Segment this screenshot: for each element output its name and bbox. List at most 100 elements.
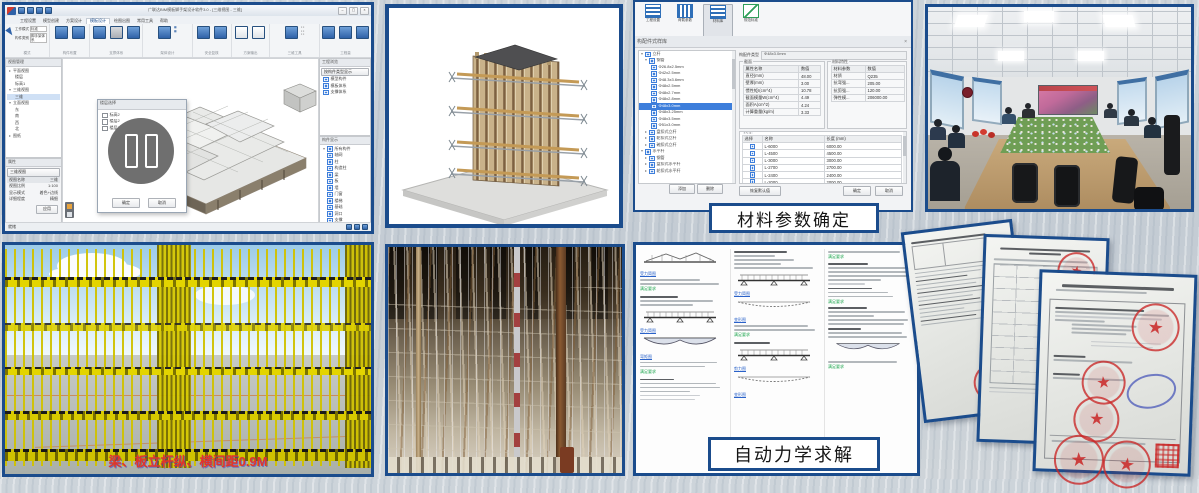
dim-row[interactable]: L-24002400.00	[743, 171, 902, 178]
ledger-band	[5, 323, 371, 331]
section-row[interactable]: 截面模量W(cm^4)4.49	[744, 94, 821, 101]
approval-doc-front: ★ ★ ★ ★ ★	[1033, 269, 1198, 476]
deflection-diagram	[734, 297, 814, 313]
beam-diagram	[640, 308, 720, 324]
mode-select[interactable]: 标准	[30, 26, 47, 32]
section-row[interactable]: 惯性矩I(cm^4)10.78	[744, 87, 821, 94]
material-library-icon	[710, 5, 726, 19]
project-browser-panel: 工程浏览 按构件类型显示 模型构件 模板体系 支撑体系	[319, 58, 371, 136]
tool-icon[interactable]	[235, 26, 248, 39]
toolbar-button-active[interactable]: 材料库	[703, 4, 733, 38]
category-label: 构件类别	[15, 36, 29, 40]
canvas-mini-toolbar[interactable]	[65, 202, 74, 218]
component-library-dialog: 构配件式样库 × 杆件 连接 其他 ▾立杆 ▾钢管 Φ26.8x2.5mm Φ4…	[635, 36, 911, 210]
section-row[interactable]: 面积A(cm^2)4.24	[744, 101, 821, 108]
ribbon-group-components: 构件布置	[50, 24, 90, 57]
chair	[1134, 187, 1164, 211]
model-canvas[interactable]: 楼层选择 标高2 楼层2 楼层1 确定 取消	[62, 58, 319, 223]
quick-access-toolbar[interactable]	[18, 7, 52, 14]
dialog-cancel-button[interactable]: 取消	[148, 198, 176, 208]
tool-icon[interactable]	[252, 26, 265, 39]
col-header: 长度 (mm)	[825, 136, 902, 143]
view-tree-item[interactable]: ▸图纸	[7, 133, 60, 140]
tool-icon[interactable]	[55, 26, 68, 39]
toolbar-button[interactable]: 规范标准	[737, 4, 765, 38]
view-manager-panel: 视图管理 ▸平面视图 楼层 标高1 ▾三维视图 三维 ▾立面视图 东 南 西 北…	[5, 58, 62, 158]
tool-icon[interactable]	[322, 26, 335, 39]
deflection-diagram	[734, 372, 814, 388]
ok-button[interactable]: 确定	[843, 186, 871, 196]
dim-row[interactable]: L-60006000.00	[743, 143, 902, 150]
select-arrow-icon[interactable]	[5, 27, 15, 37]
groupbox-title: 截面	[743, 60, 753, 65]
chair	[1164, 115, 1180, 175]
ceiling-light	[1024, 11, 1054, 22]
column-formwork-render	[385, 4, 623, 228]
diagram-caption[interactable]: 受力简图	[640, 272, 726, 277]
material-row[interactable]: 材质Q235	[832, 73, 905, 80]
section-row[interactable]: 壁厚(mm)3.00	[744, 80, 821, 87]
dim-scrollbar[interactable]	[903, 132, 906, 183]
tool-icon[interactable]	[93, 26, 106, 39]
apply-button[interactable]: 应用	[36, 205, 58, 214]
check-pass: 满足要求	[734, 333, 820, 338]
report-page-2: 受力简图 变形图 满足要求 剪力图 变形图	[734, 249, 825, 469]
person-foreground	[930, 147, 960, 203]
col-header: 数值	[866, 66, 905, 73]
status-icon[interactable]	[354, 224, 360, 230]
section-row[interactable]: 计算重量(kg/m)3.33	[744, 109, 821, 116]
browser-item[interactable]: 支撑体系	[321, 89, 369, 96]
dim-row[interactable]: L-30003000.00	[743, 157, 902, 164]
diagram-caption[interactable]: 变形图	[734, 393, 820, 398]
maximize-button[interactable]: ▢	[349, 7, 358, 15]
pause-cursor-overlay	[108, 118, 174, 184]
delete-button[interactable]: 删除	[697, 184, 723, 194]
tool-icon[interactable]	[72, 26, 85, 39]
tree-item[interactable]: ▸轮扣式水平杆	[639, 168, 735, 175]
ribbon-group-support: 支撑体系	[90, 24, 143, 57]
dialog-ok-button[interactable]: 确定	[112, 198, 140, 208]
ledger-band	[5, 411, 371, 420]
dim-row[interactable]: L-27002700.00	[743, 164, 902, 171]
ribbon-group-mode: 工作模式标准 构件类别脚手架体系 模式	[5, 24, 50, 57]
category-select[interactable]: 脚手架体系	[30, 33, 47, 43]
minimize-button[interactable]: –	[338, 7, 347, 15]
tool-icon[interactable]	[158, 26, 171, 39]
browse-mode-select[interactable]: 按构件类型显示	[321, 68, 369, 77]
restore-default-button[interactable]: 恢复默认值	[739, 186, 781, 196]
beam-diagram	[734, 346, 814, 362]
toolbar-button[interactable]: 工程设置	[639, 4, 667, 38]
material-row[interactable]: 抗剪强...120.00	[832, 87, 905, 94]
add-button[interactable]: 添加	[669, 184, 695, 194]
tree-scrollbar[interactable]	[732, 51, 735, 183]
cancel-button[interactable]: 取消	[875, 186, 903, 196]
tool-icon[interactable]	[110, 26, 123, 39]
status-icon[interactable]	[362, 224, 368, 230]
diagram-caption[interactable]: 弯矩图	[640, 355, 726, 360]
dialog-close-icon[interactable]: ×	[904, 39, 907, 45]
bim-software-window: 广联达BIM模板脚手架设计软件3.0 - [三维视图 - 三维] – ▢ × 工…	[2, 2, 374, 234]
tool-icon[interactable]	[339, 26, 352, 39]
material-row[interactable]: 弹性模...206000.00	[832, 94, 905, 101]
close-button[interactable]: ×	[360, 7, 369, 15]
type-label: 构配件类型	[739, 53, 759, 58]
tool-icon[interactable]	[197, 26, 210, 39]
annotation-text: 梁、板立杆纵、横间距0.9M	[5, 451, 371, 470]
dim-row[interactable]: L-20002000.00	[743, 179, 902, 184]
section-row[interactable]: 直径(mm)48.00	[744, 73, 821, 80]
tool-icon[interactable]	[214, 26, 227, 39]
ribbon-group-design: ▦▦ 架体设计	[143, 24, 193, 57]
status-icon[interactable]	[346, 224, 352, 230]
property-row[interactable]: 详细程度精细	[7, 196, 60, 203]
diagram-caption[interactable]: 变形图	[734, 318, 820, 323]
tool-icon[interactable]	[285, 26, 298, 39]
material-row[interactable]: 抗弯强...205.00	[832, 80, 905, 87]
toolbar-button[interactable]: 荷载参数	[671, 4, 699, 38]
person	[1124, 109, 1139, 127]
tool-icon[interactable]	[356, 26, 369, 39]
property-type-select[interactable]: 三维视图	[7, 168, 60, 177]
ledger-band	[5, 277, 371, 287]
level-select-dialog[interactable]: 楼层选择 标高2 楼层2 楼层1 确定 取消	[97, 99, 187, 213]
dim-row[interactable]: L-45004500.00	[743, 150, 902, 157]
tool-icon[interactable]	[127, 26, 140, 39]
